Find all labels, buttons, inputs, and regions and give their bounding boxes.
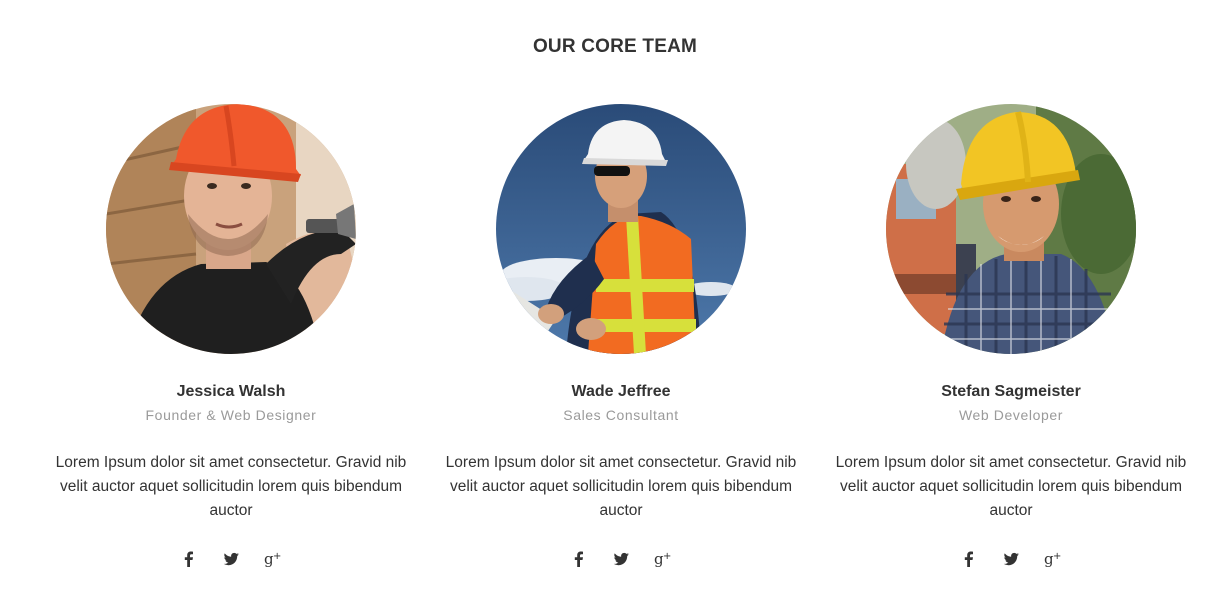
google-plus-icon[interactable]: g + bbox=[653, 549, 673, 569]
social-links: g + bbox=[436, 549, 806, 569]
member-bio: Lorem Ipsum dolor sit amet consectetur. … bbox=[835, 454, 1187, 519]
twitter-icon[interactable] bbox=[1001, 549, 1021, 569]
svg-text:+: + bbox=[273, 551, 281, 562]
svg-text:+: + bbox=[663, 551, 671, 562]
facebook-icon[interactable] bbox=[179, 549, 199, 569]
svg-text:+: + bbox=[1053, 551, 1061, 562]
member-photo bbox=[886, 104, 1136, 354]
member-bio: Lorem Ipsum dolor sit amet consectetur. … bbox=[445, 454, 797, 519]
social-links: g + bbox=[46, 549, 416, 569]
section-title: OUR CORE TEAM bbox=[532, 36, 698, 57]
member-role: Web Developer bbox=[958, 407, 1064, 423]
member-name: Wade Jeffree bbox=[571, 383, 671, 400]
google-plus-icon[interactable]: g + bbox=[1043, 549, 1063, 569]
facebook-icon[interactable] bbox=[569, 549, 589, 569]
team-section: OUR CORE TEAM Jessica Walsh Founder & We… bbox=[0, 0, 1230, 596]
team-member-card: Stefan Sagmeister Web Developer Lorem Ip… bbox=[826, 104, 1196, 569]
member-name: Stefan Sagmeister bbox=[941, 383, 1081, 400]
twitter-icon[interactable] bbox=[221, 549, 241, 569]
team-member-card: Jessica Walsh Founder & Web Designer Lor… bbox=[46, 104, 416, 569]
social-links: g + bbox=[826, 549, 1196, 569]
member-photo bbox=[496, 104, 746, 354]
member-role: Founder & Web Designer bbox=[145, 407, 317, 423]
facebook-icon[interactable] bbox=[959, 549, 979, 569]
member-bio: Lorem Ipsum dolor sit amet consectetur. … bbox=[55, 454, 407, 519]
twitter-icon[interactable] bbox=[611, 549, 631, 569]
member-role: Sales Consultant bbox=[563, 407, 679, 423]
member-name: Jessica Walsh bbox=[176, 383, 286, 400]
google-plus-icon[interactable]: g + bbox=[263, 549, 283, 569]
member-photo bbox=[106, 104, 356, 354]
team-member-card: Wade Jeffree Sales Consultant Lorem Ipsu… bbox=[436, 104, 806, 569]
